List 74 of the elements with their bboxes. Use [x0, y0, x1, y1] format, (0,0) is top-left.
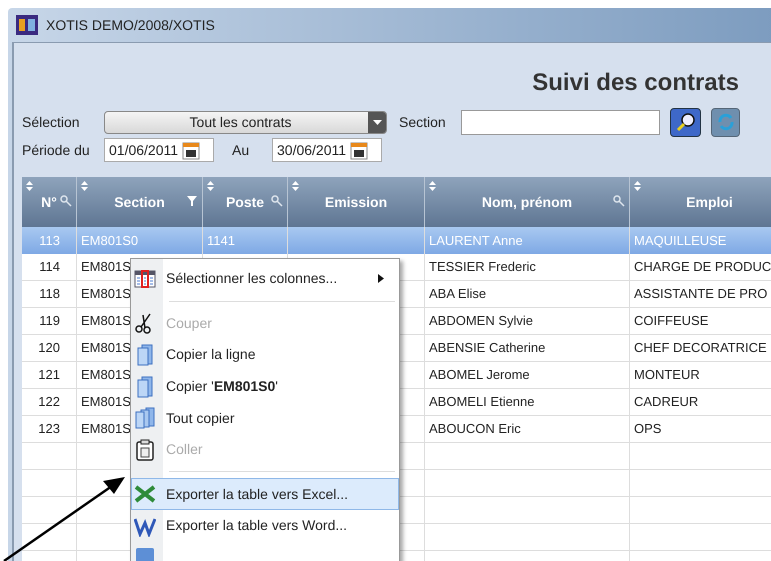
table-cell-text: 121: [38, 366, 60, 384]
search-icon[interactable]: [60, 195, 72, 207]
table-cell-text: 120: [38, 339, 60, 358]
calendar-icon[interactable]: [350, 140, 368, 160]
section-label: Section: [399, 112, 447, 132]
table-cell-text: EM801S: [81, 339, 131, 358]
filter-icon[interactable]: [186, 195, 198, 207]
table-cell-text: ABOMELI Etienne: [429, 393, 534, 412]
table-cell-text: EM801S: [81, 420, 131, 438]
selection-dropdown[interactable]: Tout les contrats: [104, 110, 387, 134]
table-cell-text: ABA Elise: [429, 285, 486, 304]
dropdown-arrow-icon: [372, 120, 382, 124]
page-title: Suivi des contrats: [532, 68, 739, 98]
sort-icon[interactable]: [81, 181, 88, 191]
table-cell-text: ABOUCON Eric: [429, 420, 521, 438]
period-to-label: Au: [232, 140, 250, 160]
column-header[interactable]: Section: [77, 177, 203, 227]
table-cell-text: EM801S: [81, 285, 131, 304]
search-icon[interactable]: [613, 195, 625, 207]
column-header[interactable]: Emission: [288, 177, 425, 227]
column-header[interactable]: Emploi: [630, 177, 771, 227]
sort-icon[interactable]: [634, 181, 641, 191]
sort-icon[interactable]: [207, 181, 214, 191]
sort-icon[interactable]: [292, 181, 299, 191]
submenu-arrow-icon: [378, 274, 384, 284]
section-input-field[interactable]: [461, 110, 660, 134]
table-cell-text: EM801S: [81, 258, 131, 276]
menu-item[interactable]: Copier la ligne: [131, 339, 399, 371]
table-cell-text: 119: [39, 312, 60, 330]
date-to-field[interactable]: 30/06/2011: [272, 138, 382, 162]
app-logo-icon: [16, 15, 38, 35]
calendar-icon[interactable]: [182, 140, 200, 160]
table-cell-text: MONTEUR: [634, 366, 700, 384]
table-cell-text: 123: [38, 420, 60, 438]
column-header[interactable]: Nom, prénom: [425, 177, 630, 227]
table-cell-text: EM801S: [81, 312, 131, 330]
table-cell-text: CHARGE DE PRODUC: [634, 258, 771, 276]
table-cell-text: ASSISTANTE DE PRO: [634, 285, 768, 304]
copy-icon: [134, 407, 156, 430]
table-cell-text: 118: [39, 285, 60, 304]
search-icon[interactable]: [271, 195, 283, 207]
sort-icon[interactable]: [26, 181, 33, 191]
table-cell-text: COIFFEUSE: [634, 312, 708, 330]
window-title: XOTIS DEMO/2008/XOTIS: [46, 16, 215, 34]
refresh-icon: [716, 112, 736, 132]
menu-item[interactable]: Exporter la table vers Word...: [131, 510, 399, 542]
table-cell-text: MAQUILLEUSE: [634, 232, 726, 250]
table-cell-text: CHEF DECORATRICE: [634, 339, 767, 358]
menu-item[interactable]: Exporter la table vers Excel...: [131, 478, 399, 510]
spreadsheet-icon: [134, 483, 156, 506]
table-cell-text: 122: [38, 393, 60, 412]
selection-label: Sélection: [22, 112, 81, 132]
date-from-field[interactable]: 01/06/2011: [104, 138, 214, 162]
table-cell-text: OPS: [634, 420, 662, 438]
table-cell-text: ABDOMEN Sylvie: [429, 312, 534, 330]
table-cell-text: EM801S: [81, 393, 131, 412]
table-columns-icon: [134, 268, 156, 290]
table-cell-text: EM801S: [81, 366, 131, 384]
table-cell-text: ABENSIE Catherine: [429, 339, 546, 358]
column-header[interactable]: Poste: [203, 177, 288, 227]
clipboard-icon: [134, 438, 156, 461]
table-cell-text: EM801S0: [81, 232, 138, 250]
table-cell-text: LAURENT Anne: [429, 232, 523, 250]
table-cell-text: CADREUR: [634, 393, 698, 412]
table-cell-text: ABOMEL Jerome: [429, 366, 530, 384]
search-icon: [676, 112, 696, 132]
sort-icon[interactable]: [429, 181, 436, 191]
search-button[interactable]: [670, 108, 701, 136]
table-cell-text: 1141: [207, 232, 235, 250]
table-cell-text: 114: [39, 258, 60, 276]
table-cell-text: TESSIER Frederic: [429, 258, 536, 276]
refresh-button[interactable]: [711, 108, 740, 136]
period-from-label: Période du: [22, 140, 91, 160]
table-cell-text: 113: [39, 232, 60, 250]
